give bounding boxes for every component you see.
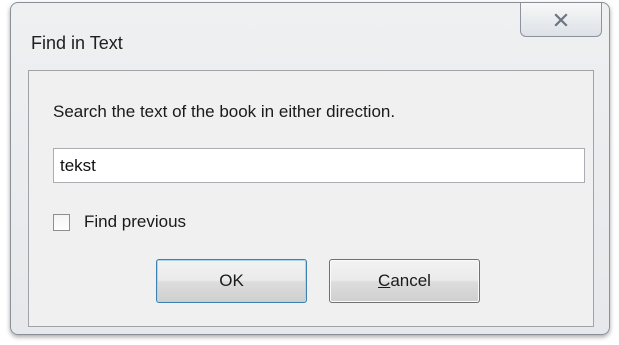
search-prompt-text: Search the text of the book in either di… [53,102,396,121]
close-button[interactable] [520,3,602,37]
find-previous-checkbox[interactable] [53,213,70,231]
close-icon [554,12,568,27]
find-previous-label[interactable]: Find previous [84,212,186,232]
find-previous-row[interactable]: Find previous [53,212,186,232]
find-in-text-dialog: Find in Text Search the text of the book… [10,2,610,335]
cancel-button[interactable]: Cancel [329,259,480,303]
cancel-button-label: Cancel [378,271,431,290]
search-input[interactable] [53,148,585,183]
ok-button[interactable]: OK [156,259,307,303]
ok-button-label: OK [219,271,244,290]
dialog-body: Search the text of the book in either di… [28,70,594,327]
window-title: Find in Text [31,33,123,53]
